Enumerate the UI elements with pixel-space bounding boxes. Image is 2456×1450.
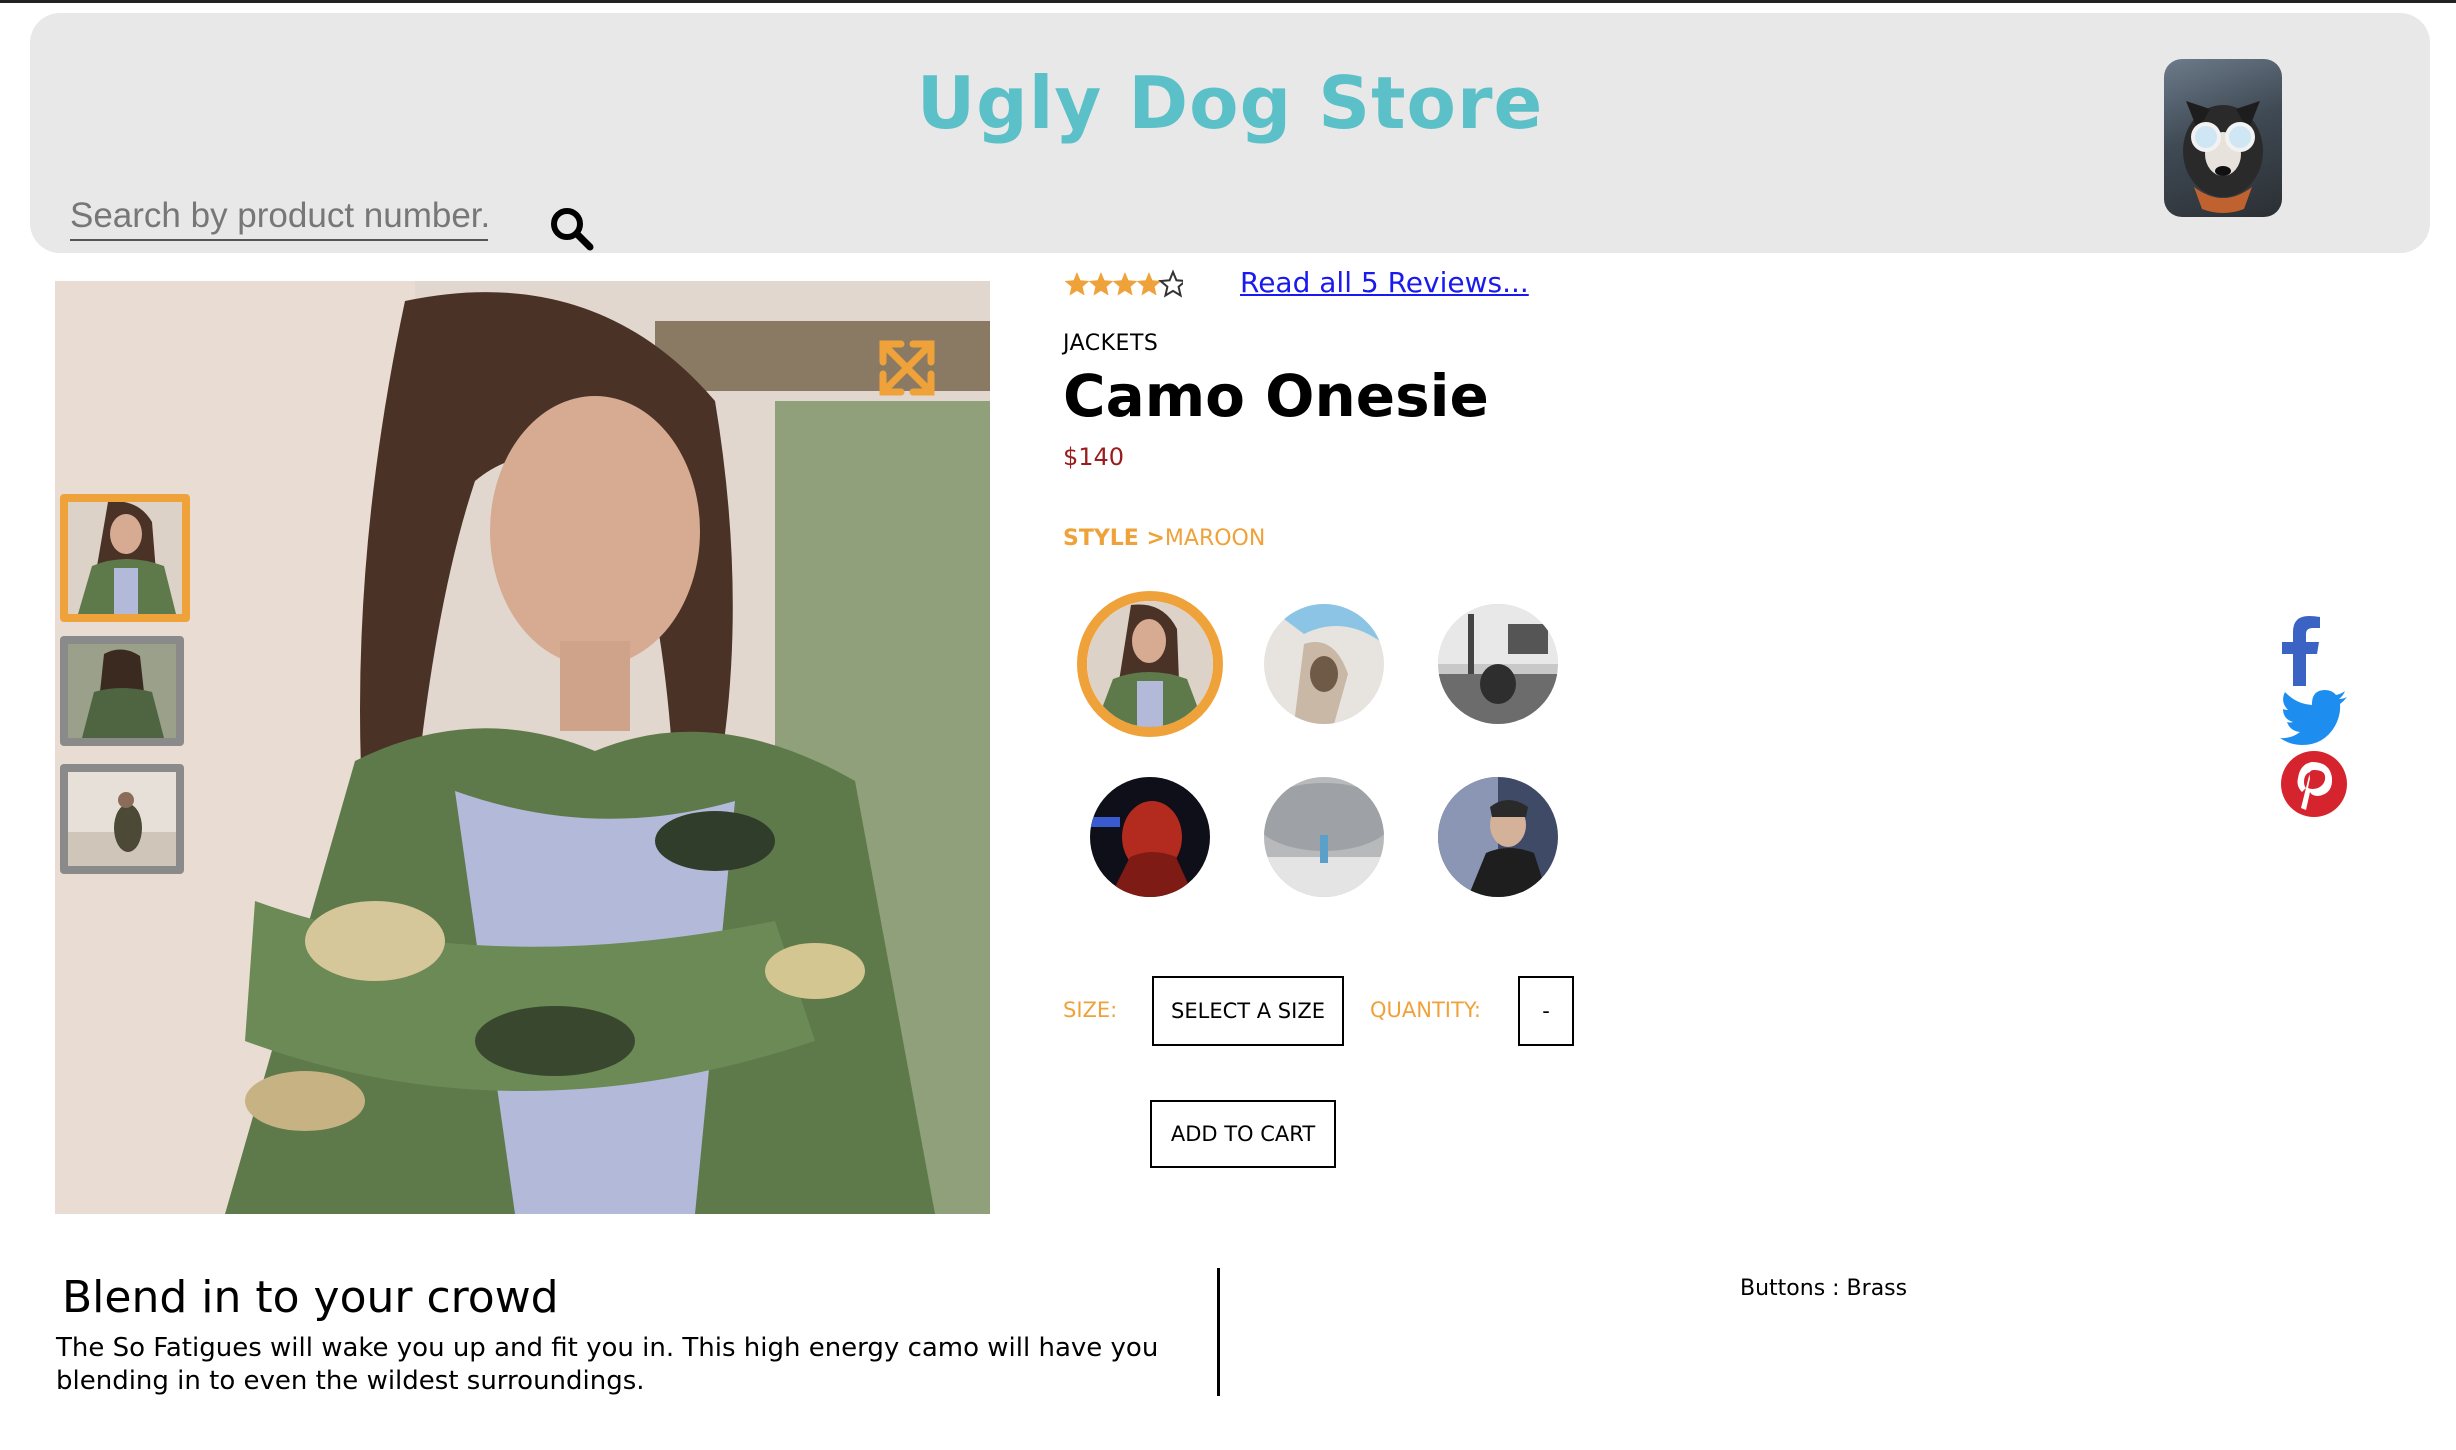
dog-avatar[interactable] <box>2164 59 2282 217</box>
section-divider <box>1217 1268 1220 1396</box>
store-title: Ugly Dog Store <box>916 61 1544 145</box>
star-icon <box>1112 272 1138 296</box>
pinterest-icon[interactable] <box>2280 750 2348 818</box>
style-swatch-5[interactable] <box>1264 777 1384 897</box>
description-heading: Blend in to your crowd <box>62 1272 559 1323</box>
style-prefix: STYLE > <box>1063 526 1165 551</box>
style-swatch-2[interactable] <box>1264 604 1384 724</box>
product-main-image[interactable] <box>55 281 990 1214</box>
star-icon <box>1158 269 1188 298</box>
style-swatch-4[interactable] <box>1090 777 1210 897</box>
size-label: SIZE: <box>1063 998 1118 1022</box>
star-icon <box>1088 272 1114 296</box>
search-input[interactable] <box>70 193 488 241</box>
product-price: $140 <box>1063 443 1125 471</box>
description-body: The So Fatigues will wake you up and fit… <box>56 1333 1159 1396</box>
facebook-icon[interactable] <box>2276 616 2324 686</box>
rating-stars <box>1063 268 1188 302</box>
style-selected: MAROON <box>1164 526 1266 551</box>
style-swatch-1[interactable] <box>1077 591 1223 737</box>
site-header: Ugly Dog Store <box>30 13 2430 253</box>
expand-arrows-icon[interactable] <box>877 338 937 398</box>
product-category: JACKETS <box>1063 331 1159 356</box>
read-reviews-link[interactable]: Read all 5 Reviews... <box>1240 266 1529 299</box>
style-swatch-3[interactable] <box>1438 604 1558 724</box>
size-select[interactable]: SELECT A SIZE <box>1152 976 1344 1046</box>
feature-item: Buttons : Brass <box>1740 1276 1908 1301</box>
thumbnail-3[interactable] <box>60 764 184 874</box>
star-icon <box>1064 272 1090 296</box>
search-icon[interactable] <box>548 205 594 251</box>
style-label: STYLE >MAROON <box>1063 526 1265 551</box>
product-name: Camo Onesie <box>1063 362 1489 430</box>
quantity-select[interactable]: - <box>1518 976 1574 1046</box>
search-bar <box>70 193 594 251</box>
star-icon <box>1136 272 1162 296</box>
twitter-icon[interactable] <box>2280 690 2348 746</box>
top-border <box>0 0 2456 3</box>
quantity-label: QUANTITY: <box>1370 998 1481 1022</box>
style-swatch-6[interactable] <box>1438 777 1558 897</box>
add-to-cart-button[interactable]: ADD TO CART <box>1150 1100 1336 1168</box>
thumbnail-2[interactable] <box>60 636 184 746</box>
thumbnail-1[interactable] <box>60 494 190 622</box>
